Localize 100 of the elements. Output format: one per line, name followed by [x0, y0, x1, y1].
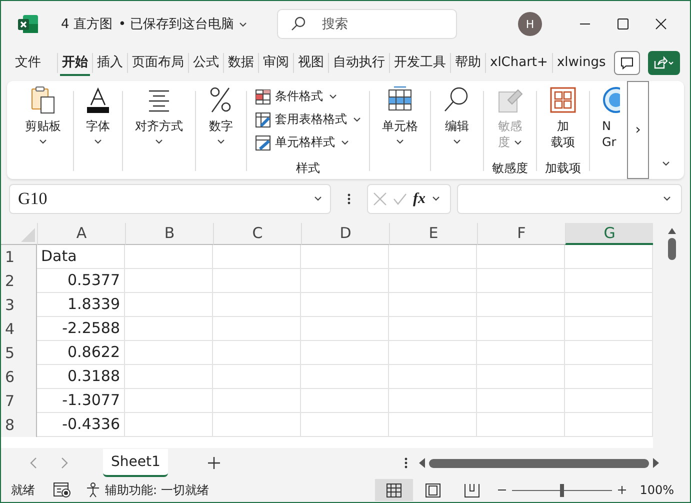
close-icon[interactable]: [655, 18, 667, 30]
table-cell[interactable]: [565, 389, 653, 413]
row-header[interactable]: 6: [1, 365, 37, 389]
table-cell[interactable]: [565, 341, 653, 365]
table-cell[interactable]: [301, 389, 389, 413]
ribbon-button[interactable]: 条件格式: [255, 87, 361, 106]
table-cell[interactable]: [389, 293, 477, 317]
insert-function-button[interactable]: fx: [413, 190, 426, 208]
table-cell[interactable]: [389, 245, 477, 269]
scrollbar-thumb[interactable]: [668, 238, 676, 260]
table-cell[interactable]: [477, 389, 565, 413]
ribbon-button[interactable]: 单元格: [378, 85, 422, 179]
more-icon[interactable]: [347, 193, 351, 205]
table-cell[interactable]: [389, 317, 477, 341]
ribbon-button[interactable]: 剪贴板: [21, 85, 65, 179]
scroll-right-icon[interactable]: [652, 458, 660, 468]
caret-icon[interactable]: [663, 196, 673, 202]
table-cell[interactable]: [213, 413, 301, 437]
table-cell[interactable]: [125, 341, 213, 365]
table-cell[interactable]: [301, 245, 389, 269]
ribbon-button[interactable]: 单元格样式: [255, 133, 361, 152]
ribbon-button[interactable]: 数字: [204, 85, 238, 179]
table-cell[interactable]: [389, 269, 477, 293]
table-cell[interactable]: [477, 317, 565, 341]
add-sheet-icon[interactable]: [208, 457, 220, 469]
table-cell[interactable]: Data: [37, 245, 125, 269]
table-cell[interactable]: [213, 317, 301, 341]
table-cell[interactable]: [389, 413, 477, 437]
sheet-tab[interactable]: Sheet1: [103, 449, 168, 477]
formula-input[interactable]: [457, 184, 682, 214]
table-cell[interactable]: [213, 269, 301, 293]
table-cell[interactable]: [301, 413, 389, 437]
table-cell[interactable]: -2.2588: [37, 317, 125, 341]
check-icon[interactable]: [393, 192, 407, 206]
ribbon-tab[interactable]: 数据: [226, 50, 256, 76]
table-cell[interactable]: [213, 365, 301, 389]
table-cell[interactable]: -0.4336: [37, 413, 125, 437]
table-cell[interactable]: [125, 365, 213, 389]
table-cell[interactable]: [213, 389, 301, 413]
table-cell[interactable]: [565, 293, 653, 317]
maximize-icon[interactable]: [617, 18, 629, 30]
ribbon-tab[interactable]: 自动执行: [331, 50, 387, 76]
ribbon-tab[interactable]: 开始: [60, 50, 90, 76]
column-header[interactable]: B: [125, 223, 213, 245]
table-cell[interactable]: [125, 317, 213, 341]
row-header[interactable]: 7: [1, 389, 37, 413]
table-cell[interactable]: [389, 341, 477, 365]
column-header[interactable]: C: [213, 223, 301, 245]
table-cell[interactable]: [565, 413, 653, 437]
table-cell[interactable]: 0.3188: [37, 365, 125, 389]
comments-button[interactable]: [614, 51, 640, 75]
table-cell[interactable]: [477, 269, 565, 293]
next-icon[interactable]: [61, 457, 69, 469]
table-cell[interactable]: [125, 269, 213, 293]
more-icon[interactable]: [404, 457, 408, 469]
ribbon-button[interactable]: 编辑: [439, 85, 475, 179]
table-cell[interactable]: [565, 269, 653, 293]
table-cell[interactable]: [125, 413, 213, 437]
caret-icon[interactable]: [432, 196, 442, 202]
row-header[interactable]: 1: [1, 245, 37, 269]
table-cell[interactable]: -1.3077: [37, 389, 125, 413]
row-header[interactable]: 5: [1, 341, 37, 365]
view-button[interactable]: [374, 479, 413, 501]
ribbon-button[interactable]: 对齐方式: [131, 85, 187, 179]
caret-icon[interactable]: [239, 22, 248, 26]
ribbon-tab[interactable]: 帮助: [453, 50, 483, 76]
name-box[interactable]: G10: [9, 184, 331, 214]
more-button[interactable]: ›: [627, 81, 649, 179]
previous-icon[interactable]: [29, 457, 37, 469]
scroll-up-icon[interactable]: [666, 227, 676, 235]
column-header[interactable]: E: [389, 223, 477, 245]
ribbon-button[interactable]: 字体: [82, 85, 114, 179]
ribbon-button[interactable]: 加 载项: [545, 85, 581, 159]
table-cell[interactable]: [301, 269, 389, 293]
ribbon-tab[interactable]: 文件: [13, 50, 43, 76]
table-cell[interactable]: [565, 365, 653, 389]
collapse-icon[interactable]: [662, 161, 670, 166]
table-cell[interactable]: [301, 293, 389, 317]
table-cell[interactable]: 0.5377: [37, 269, 125, 293]
ribbon-tab[interactable]: 公式: [191, 50, 221, 76]
ribbon-tab[interactable]: 开发工具: [392, 50, 448, 76]
scroll-left-icon[interactable]: [418, 458, 426, 468]
table-cell[interactable]: 0.8622: [37, 341, 125, 365]
ribbon-tab[interactable]: 视图: [296, 50, 326, 76]
table-cell[interactable]: [477, 341, 565, 365]
row-header[interactable]: 8: [1, 413, 37, 437]
table-cell[interactable]: [125, 293, 213, 317]
table-cell[interactable]: [301, 365, 389, 389]
table-cell[interactable]: [125, 389, 213, 413]
macro-record-icon[interactable]: [53, 482, 71, 498]
table-cell[interactable]: [565, 317, 653, 341]
table-cell[interactable]: [125, 245, 213, 269]
ribbon-button[interactable]: 套用表格格式: [255, 110, 361, 129]
table-cell[interactable]: [477, 365, 565, 389]
table-cell[interactable]: [389, 389, 477, 413]
column-header[interactable]: G: [565, 223, 653, 245]
cancel-icon[interactable]: [373, 192, 387, 206]
user-avatar[interactable]: H: [518, 12, 542, 36]
table-cell[interactable]: [213, 245, 301, 269]
table-cell[interactable]: [301, 341, 389, 365]
